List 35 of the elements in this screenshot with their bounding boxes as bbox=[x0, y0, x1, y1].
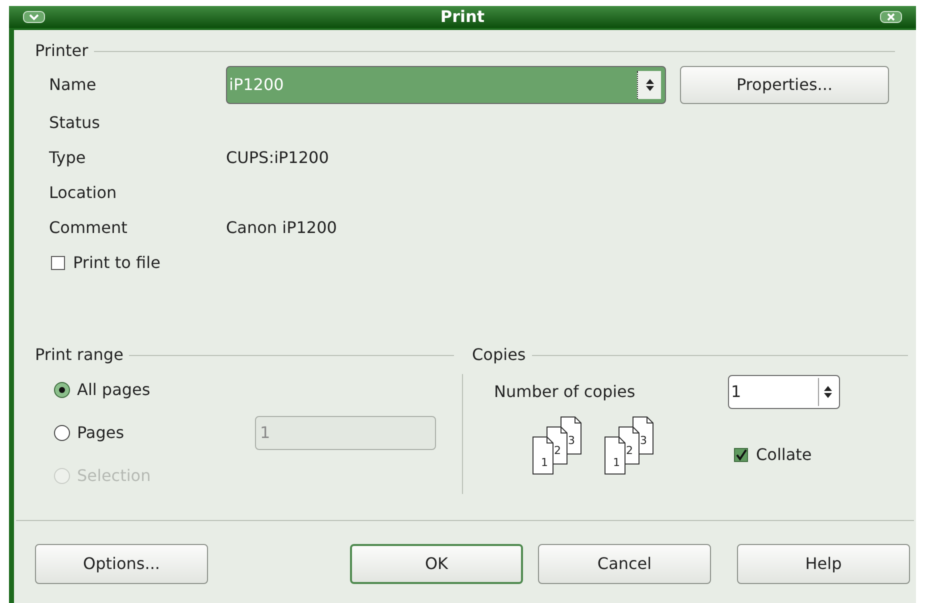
field-value: CUPS:iP1200 bbox=[226, 146, 329, 168]
radio-button[interactable] bbox=[54, 382, 70, 398]
group-heading: Print range bbox=[35, 344, 124, 366]
field-label: Location bbox=[49, 182, 118, 204]
page-number: 3 bbox=[640, 435, 647, 446]
field-label: Type bbox=[49, 146, 87, 168]
radio-button[interactable] bbox=[54, 424, 70, 440]
menu-icon[interactable] bbox=[23, 11, 45, 23]
field-label: Comment bbox=[49, 216, 128, 238]
field-value: Canon iP1200 bbox=[226, 216, 337, 238]
page-number: 3 bbox=[568, 435, 575, 446]
properties-button[interactable]: Properties... bbox=[680, 66, 889, 104]
radio-label: Pages bbox=[77, 422, 126, 444]
field-label: Status bbox=[49, 112, 101, 134]
field-label: Name bbox=[49, 74, 98, 96]
page-number: 1 bbox=[613, 457, 620, 468]
window-title: Print bbox=[440, 6, 485, 28]
field-label: Number of copies bbox=[494, 381, 636, 403]
checkbox[interactable] bbox=[51, 256, 65, 270]
close-icon[interactable] bbox=[880, 11, 902, 23]
dialog-button[interactable]: OK bbox=[350, 544, 523, 584]
page-number: 1 bbox=[541, 457, 548, 468]
page-number: 2 bbox=[626, 445, 633, 456]
copies-spinbox[interactable]: 1 bbox=[728, 375, 840, 409]
dialog-button[interactable]: Options... bbox=[35, 544, 208, 584]
radio-label: All pages bbox=[77, 378, 152, 400]
group-heading: Printer bbox=[35, 40, 88, 62]
dialog-button[interactable]: Cancel bbox=[538, 544, 711, 584]
group-heading: Copies bbox=[472, 344, 526, 366]
page-number: 2 bbox=[554, 445, 561, 456]
dialog-button[interactable]: Help bbox=[737, 544, 910, 584]
spin-icon bbox=[637, 71, 661, 99]
checkbox[interactable] bbox=[734, 448, 748, 462]
checkbox-label: Collate bbox=[756, 444, 812, 466]
checkbox-label: Print to file bbox=[73, 252, 160, 274]
